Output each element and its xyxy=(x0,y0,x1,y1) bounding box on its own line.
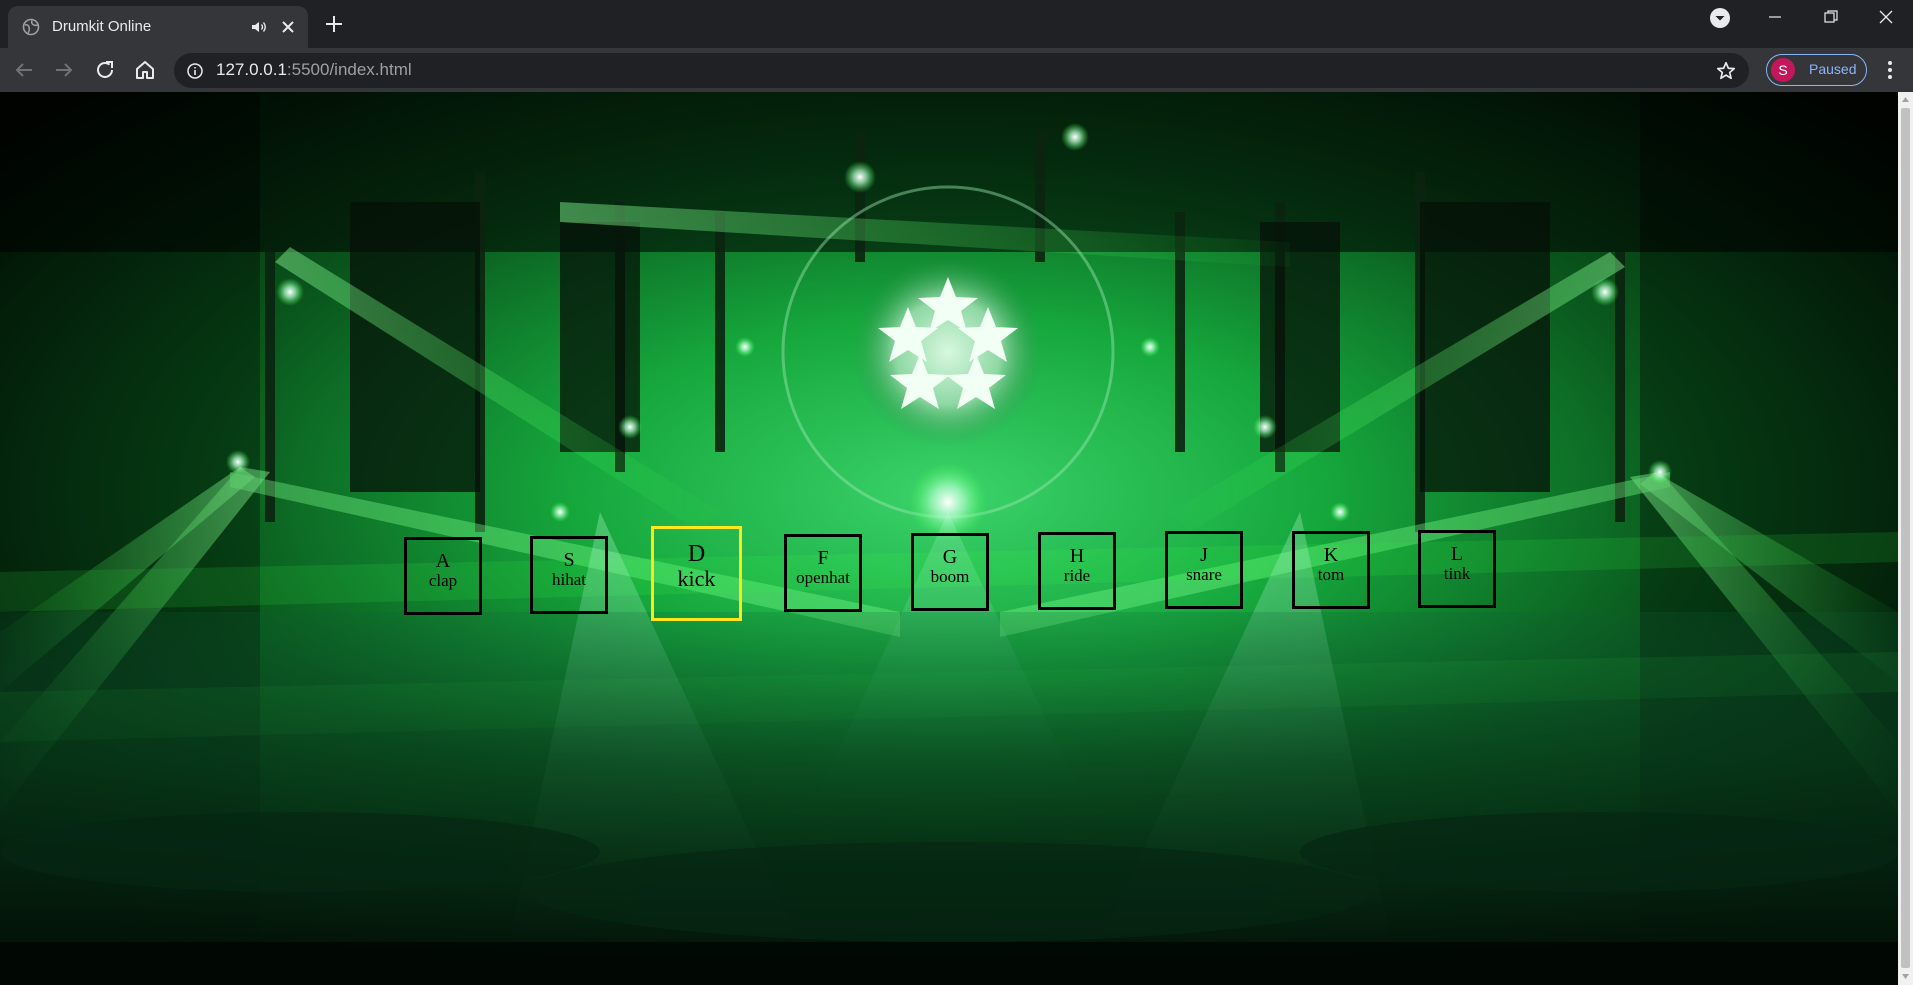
close-window-button[interactable] xyxy=(1859,0,1913,34)
vertical-scrollbar[interactable] xyxy=(1898,92,1913,985)
sound-label: openhat xyxy=(796,568,850,587)
drum-key-s[interactable]: S hihat xyxy=(530,536,608,614)
key-letter: J xyxy=(1200,544,1208,566)
key-letter: H xyxy=(1069,545,1085,567)
sound-label: kick xyxy=(677,566,716,591)
new-tab-icon[interactable] xyxy=(322,12,346,36)
close-tab-icon[interactable] xyxy=(278,17,298,37)
globe-icon xyxy=(22,18,40,36)
sound-label: tink xyxy=(1443,564,1471,583)
tab-strip: Drumkit Online xyxy=(0,0,1913,48)
drum-keys: A clap S hihat D kick F openhat G boom H… xyxy=(0,92,1898,985)
scroll-up-icon[interactable] xyxy=(1901,95,1910,104)
browser-toolbar: 127.0.0.1:5500/index.html S Paused xyxy=(0,48,1913,92)
drum-key-l[interactable]: L tink xyxy=(1418,530,1496,608)
key-letter: D xyxy=(687,541,706,567)
home-icon[interactable] xyxy=(133,58,157,82)
drum-key-k[interactable]: K tom xyxy=(1292,531,1370,609)
reload-icon[interactable] xyxy=(93,58,117,82)
drum-key-a[interactable]: A clap xyxy=(404,537,482,615)
back-icon[interactable] xyxy=(12,58,36,82)
restore-icon xyxy=(1824,10,1838,23)
bookmark-star-icon[interactable] xyxy=(1715,60,1737,82)
sound-label: tom xyxy=(1317,565,1345,584)
minimize-icon xyxy=(1769,16,1781,18)
minimize-button[interactable] xyxy=(1747,0,1803,34)
drum-key-f[interactable]: F openhat xyxy=(784,534,862,612)
browser-tab[interactable]: Drumkit Online xyxy=(8,6,308,48)
sound-label: ride xyxy=(1063,566,1091,585)
more-menu-icon[interactable] xyxy=(1878,58,1902,82)
key-letter: S xyxy=(563,549,575,571)
key-letter: G xyxy=(942,546,958,568)
sound-label: hihat xyxy=(552,570,586,589)
drum-key-d-playing[interactable]: D kick xyxy=(651,526,742,621)
close-icon xyxy=(1879,10,1893,24)
key-letter: K xyxy=(1323,544,1339,566)
profile-status: Paused xyxy=(1809,61,1857,77)
scroll-down-icon[interactable] xyxy=(1901,972,1910,981)
drum-key-g[interactable]: G boom xyxy=(911,533,989,611)
key-letter: A xyxy=(435,550,451,572)
drum-key-j[interactable]: J snare xyxy=(1165,531,1243,609)
url-text[interactable]: 127.0.0.1:5500/index.html xyxy=(216,60,412,80)
avatar: S xyxy=(1771,58,1795,82)
page-viewport: A clap S hihat D kick F openhat G boom H… xyxy=(0,92,1913,985)
site-info-icon[interactable] xyxy=(186,62,204,80)
scrollbar-thumb[interactable] xyxy=(1901,108,1910,968)
forward-icon[interactable] xyxy=(52,58,76,82)
sound-label: clap xyxy=(428,571,458,590)
sound-label: snare xyxy=(1186,565,1222,584)
url-host: 127.0.0.1 xyxy=(216,60,287,79)
url-path: :5500/index.html xyxy=(286,60,412,79)
sound-label: boom xyxy=(930,567,970,586)
key-letter: F xyxy=(817,547,829,569)
address-bar[interactable]: 127.0.0.1:5500/index.html xyxy=(174,53,1749,88)
restore-button[interactable] xyxy=(1803,0,1859,34)
speaker-icon[interactable] xyxy=(250,18,268,36)
tab-search-icon[interactable] xyxy=(1708,6,1732,30)
key-letter: L xyxy=(1450,543,1464,565)
drum-key-h[interactable]: H ride xyxy=(1038,532,1116,610)
profile-button[interactable]: S Paused xyxy=(1766,54,1867,86)
tab-title: Drumkit Online xyxy=(52,18,152,35)
